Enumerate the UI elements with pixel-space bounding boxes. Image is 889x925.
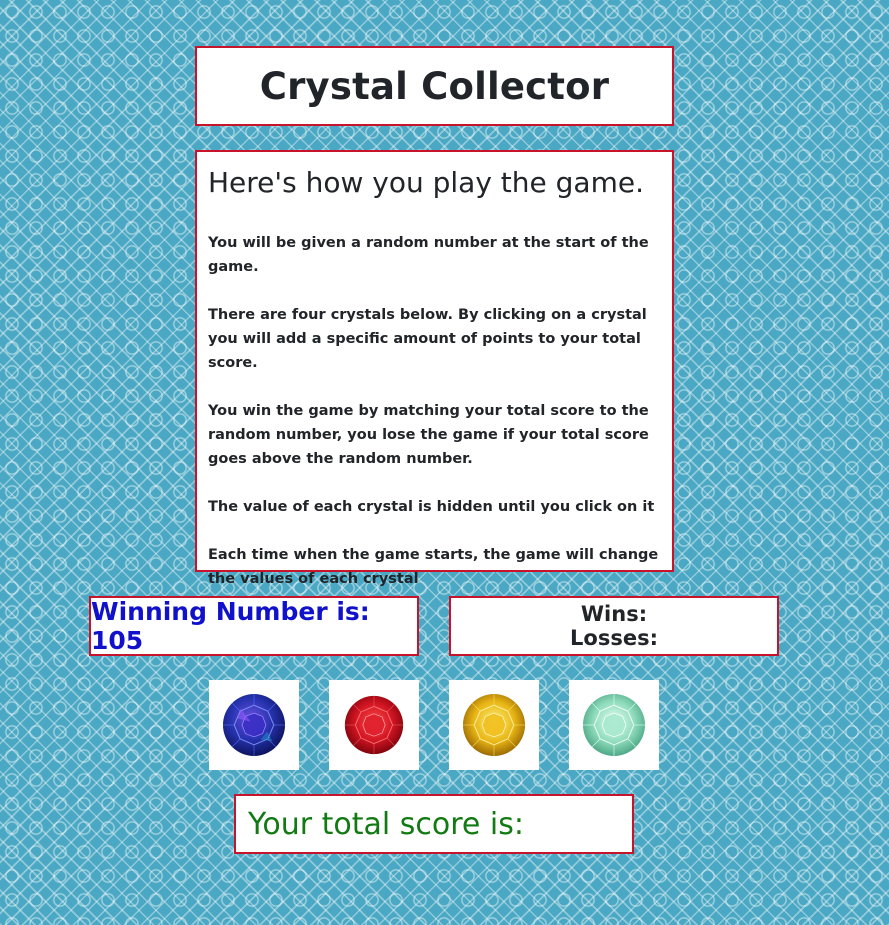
page-title: Crystal Collector — [259, 64, 610, 108]
stats-panel: Wins: Losses: — [449, 596, 779, 656]
instruction-paragraph: There are four crystals below. By clicki… — [208, 307, 647, 371]
winning-number-panel: Winning Number is: 105 — [89, 596, 419, 656]
losses-label: Losses: — [570, 626, 658, 650]
yellow-crystal-button[interactable] — [449, 680, 539, 770]
instructions-panel: Here's how you play the game. You will b… — [195, 150, 674, 587]
yellow-crystal-icon — [462, 693, 526, 757]
winning-number-text: Winning Number is: 105 — [91, 597, 370, 655]
total-score-label: Your total score is: — [248, 806, 524, 842]
instruction-paragraph: The value of each crystal is hidden unti… — [208, 499, 655, 515]
green-crystal-button[interactable] — [569, 680, 659, 770]
blue-crystal-button[interactable] — [209, 680, 299, 770]
instruction-paragraph: You will be given a random number at the… — [208, 235, 649, 275]
wins-label: Wins: — [580, 602, 648, 626]
instruction-paragraph: Each time when the game starts, the game… — [208, 547, 659, 587]
red-crystal-icon — [344, 695, 404, 755]
score-panel: Your total score is: — [234, 794, 634, 854]
green-crystal-icon — [582, 693, 646, 757]
instructions-heading: Here's how you play the game. — [208, 166, 644, 199]
blue-crystal-icon — [222, 693, 286, 757]
red-crystal-button[interactable] — [329, 680, 419, 770]
title-panel: Crystal Collector — [195, 46, 674, 126]
instruction-paragraph: You win the game by matching your total … — [208, 403, 649, 467]
